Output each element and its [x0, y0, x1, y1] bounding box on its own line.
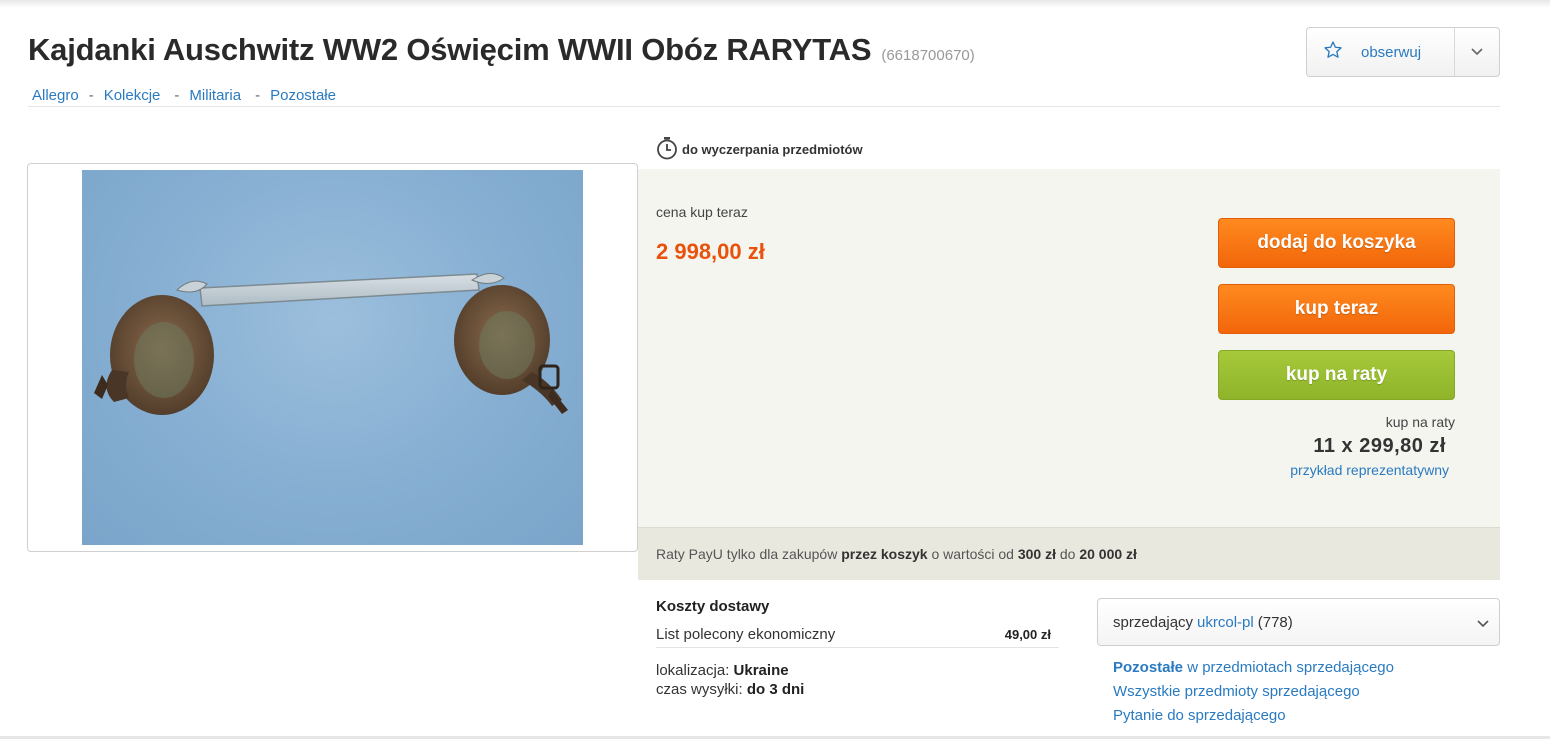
payu-info: Raty PayU tylko dla zakupów przez koszyk…: [638, 527, 1500, 580]
shipping-option: List polecony ekonomiczny 49,00 zł: [656, 622, 1059, 648]
breadcrumb-separator: -: [88, 87, 94, 104]
breadcrumb: Allegro - Kolekcje - Militaria - Pozosta…: [32, 87, 336, 104]
title-row: Kajdanki Auschwitz WW2 Oświęcim WWII Obó…: [28, 32, 975, 68]
watch-control: obserwuj: [1306, 27, 1500, 77]
installments-example-link[interactable]: przykład reprezentatywny: [1290, 462, 1449, 478]
seller-name-link[interactable]: ukrcol-pl: [1197, 614, 1254, 631]
stopwatch-icon: [656, 136, 678, 163]
breadcrumb-item-kolekcje[interactable]: Kolekcje: [104, 87, 161, 104]
dispatch-row: czas wysyłki: do 3 dni: [656, 681, 805, 698]
chevron-down-icon: [1471, 43, 1483, 61]
page-title: Kajdanki Auschwitz WW2 Oświęcim WWII Obó…: [28, 32, 872, 67]
watch-button[interactable]: obserwuj: [1307, 28, 1455, 76]
star-icon: [1323, 40, 1343, 65]
image-gallery: [27, 163, 638, 552]
chevron-down-icon: [1477, 615, 1489, 632]
watch-label: obserwuj: [1361, 43, 1422, 61]
product-photo[interactable]: [82, 170, 583, 545]
item-id: (6618700670): [881, 47, 975, 64]
buy-installments-button[interactable]: kup na raty: [1218, 350, 1455, 400]
breadcrumb-item-militaria[interactable]: Militaria: [189, 87, 241, 104]
shipping-title: Koszty dostawy: [656, 598, 770, 615]
shipping-price: 49,00 zł: [1004, 627, 1051, 642]
installments-amount: 11 x 299,80 zł: [1313, 435, 1446, 457]
price: 2 998,00 zł: [656, 239, 765, 264]
header-divider: [28, 106, 1500, 107]
payu-text: Raty PayU tylko dla zakupów przez koszyk…: [656, 546, 1137, 562]
ask-seller-link[interactable]: Pytanie do sprzedającego: [1113, 704, 1394, 728]
top-shadow: [0, 0, 1550, 8]
add-to-cart-button[interactable]: dodaj do koszyka: [1218, 218, 1455, 268]
seller-all-items-link[interactable]: Wszystkie przedmioty sprzedającego: [1113, 680, 1394, 704]
shipping-method: List polecony ekonomiczny: [656, 626, 836, 643]
seller-other-items-link[interactable]: Pozostałe w przedmiotach sprzedającego: [1113, 656, 1394, 680]
timer-text: do wyczerpania przedmiotów: [682, 142, 863, 157]
location-info: lokalizacja: Ukraine czas wysyłki: do 3 …: [656, 661, 804, 699]
watch-dropdown-button[interactable]: [1455, 28, 1499, 76]
installments-label: kup na raty: [1385, 414, 1455, 430]
buy-now-button[interactable]: kup teraz: [1218, 284, 1455, 334]
breadcrumb-separator: -: [255, 87, 261, 104]
seller-links: Pozostałe w przedmiotach sprzedającego W…: [1113, 656, 1394, 728]
timer: do wyczerpania przedmiotów: [656, 136, 863, 163]
purchase-panel: cena kup teraz 2 998,00 zł dodaj do kosz…: [638, 169, 1500, 527]
price-label: cena kup teraz: [656, 204, 748, 220]
seller-dropdown[interactable]: sprzedający ukrcol-pl (778): [1097, 598, 1500, 646]
breadcrumb-item-allegro[interactable]: Allegro: [32, 87, 79, 104]
seller-prefix: sprzedający: [1113, 613, 1194, 631]
seller-rating: (778): [1257, 613, 1293, 631]
breadcrumb-item-pozostale[interactable]: Pozostałe: [270, 87, 336, 104]
location-row: lokalizacja: Ukraine: [656, 662, 789, 679]
breadcrumb-separator: -: [174, 87, 180, 104]
